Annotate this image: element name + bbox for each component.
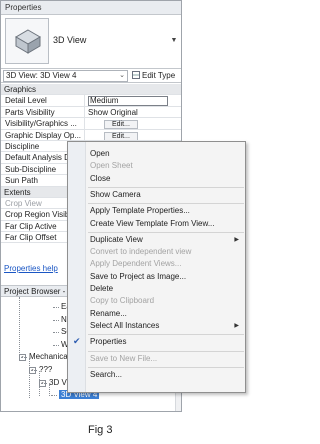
menu-separator bbox=[88, 350, 244, 352]
menu-item-apply-dependent-views: Apply Dependent Views... bbox=[90, 259, 182, 269]
property-row: Visibility/Graphics ... Edit... bbox=[1, 118, 181, 130]
edit-button[interactable]: Edit... bbox=[104, 131, 138, 140]
figure-caption: Fig 3 bbox=[88, 424, 113, 436]
chevron-down-icon[interactable]: ▼ bbox=[170, 33, 178, 49]
property-name: Visibility/Graphics ... bbox=[1, 118, 85, 129]
menu-item-duplicate-view[interactable]: Duplicate View bbox=[90, 235, 143, 244]
menu-item-open[interactable]: Open bbox=[90, 149, 110, 158]
context-menu-gutter bbox=[68, 142, 86, 392]
menu-item-properties[interactable]: Properties bbox=[90, 337, 126, 346]
tree-guide-line bbox=[29, 358, 30, 398]
menu-item-rename[interactable]: Rename... bbox=[90, 309, 127, 318]
checkmark-icon: ✔ bbox=[73, 336, 81, 347]
tree-connector bbox=[53, 332, 59, 333]
tree-connector bbox=[41, 383, 47, 384]
menu-item-select-all-instances[interactable]: Select All Instances bbox=[90, 321, 159, 330]
edit-button[interactable]: Edit... bbox=[104, 120, 138, 129]
type-selector[interactable]: 3D View ▼ bbox=[1, 15, 181, 69]
tree-guide-line bbox=[49, 384, 50, 396]
submenu-arrow-icon: ▶ bbox=[234, 322, 239, 329]
menu-separator bbox=[88, 203, 244, 205]
instance-selector-dropdown[interactable]: 3D View: 3D View 4 ⌄ bbox=[3, 70, 128, 82]
tree-connector bbox=[53, 320, 59, 321]
menu-item-convert-to-independent-view: Convert to independent view bbox=[90, 247, 192, 257]
tree-node[interactable]: Mechanical bbox=[29, 352, 69, 361]
detail-level-select[interactable]: Medium bbox=[88, 96, 168, 106]
property-value[interactable]: Edit... bbox=[86, 118, 181, 129]
property-value[interactable]: Edit... bbox=[86, 130, 181, 140]
menu-separator bbox=[88, 186, 244, 188]
3d-view-house-icon bbox=[15, 29, 41, 54]
menu-item-save-to-project-as-image[interactable]: Save to Project as Image... bbox=[90, 272, 186, 281]
property-category: Graphics bbox=[1, 84, 181, 96]
instance-selector-value: 3D View: 3D View 4 bbox=[6, 71, 77, 80]
menu-separator bbox=[88, 334, 244, 336]
menu-item-open-sheet: Open Sheet bbox=[90, 161, 133, 171]
properties-title: Properties bbox=[1, 1, 181, 15]
type-thumbnail bbox=[5, 18, 49, 64]
tree-connector bbox=[31, 370, 37, 371]
tree-connector bbox=[53, 307, 59, 308]
edit-type-label: Edit Type bbox=[142, 71, 176, 80]
tree-connector bbox=[51, 395, 57, 396]
context-menu: Open Open Sheet Close Show Camera Apply Temp… bbox=[67, 141, 246, 393]
property-name: Detail Level bbox=[1, 95, 85, 106]
menu-item-close[interactable]: Close bbox=[90, 174, 110, 183]
menu-item-create-view-template-from-view[interactable]: Create View Template From View... bbox=[90, 219, 215, 228]
tree-node[interactable]: ??? bbox=[39, 365, 52, 374]
tree-guide-line bbox=[39, 371, 40, 396]
menu-separator bbox=[88, 231, 244, 233]
property-row: Parts Visibility Show Original bbox=[1, 106, 181, 119]
edit-type-icon bbox=[132, 71, 140, 79]
property-row: Detail Level Medium bbox=[1, 95, 181, 107]
tree-connector bbox=[21, 357, 27, 358]
menu-item-show-camera[interactable]: Show Camera bbox=[90, 190, 141, 199]
menu-item-delete[interactable]: Delete bbox=[90, 284, 113, 293]
type-name: 3D View bbox=[53, 35, 87, 45]
property-row: Graphic Display Op... Edit... bbox=[1, 129, 181, 141]
edit-type-button[interactable]: Edit Type bbox=[132, 70, 175, 82]
properties-help-link[interactable]: Properties help bbox=[4, 264, 58, 273]
property-value[interactable]: Medium bbox=[86, 95, 181, 106]
tree-guide-line bbox=[19, 297, 20, 357]
property-value[interactable]: Show Original bbox=[86, 107, 181, 117]
chevron-down-icon: ⌄ bbox=[119, 72, 125, 79]
property-name: Graphic Display Op... bbox=[1, 129, 85, 140]
menu-item-search[interactable]: Search... bbox=[90, 370, 122, 379]
property-name: Parts Visibility bbox=[1, 106, 85, 118]
menu-item-apply-template-properties[interactable]: Apply Template Properties... bbox=[90, 206, 190, 215]
menu-item-copy-to-clipboard: Copy to Clipboard bbox=[90, 296, 155, 306]
instance-selector-row: 3D View: 3D View 4 ⌄ Edit Type bbox=[1, 69, 181, 83]
tree-connector bbox=[53, 345, 59, 346]
menu-separator bbox=[88, 366, 244, 368]
menu-item-save-to-new-file: Save to New File... bbox=[90, 353, 158, 363]
submenu-arrow-icon: ▶ bbox=[234, 236, 239, 243]
